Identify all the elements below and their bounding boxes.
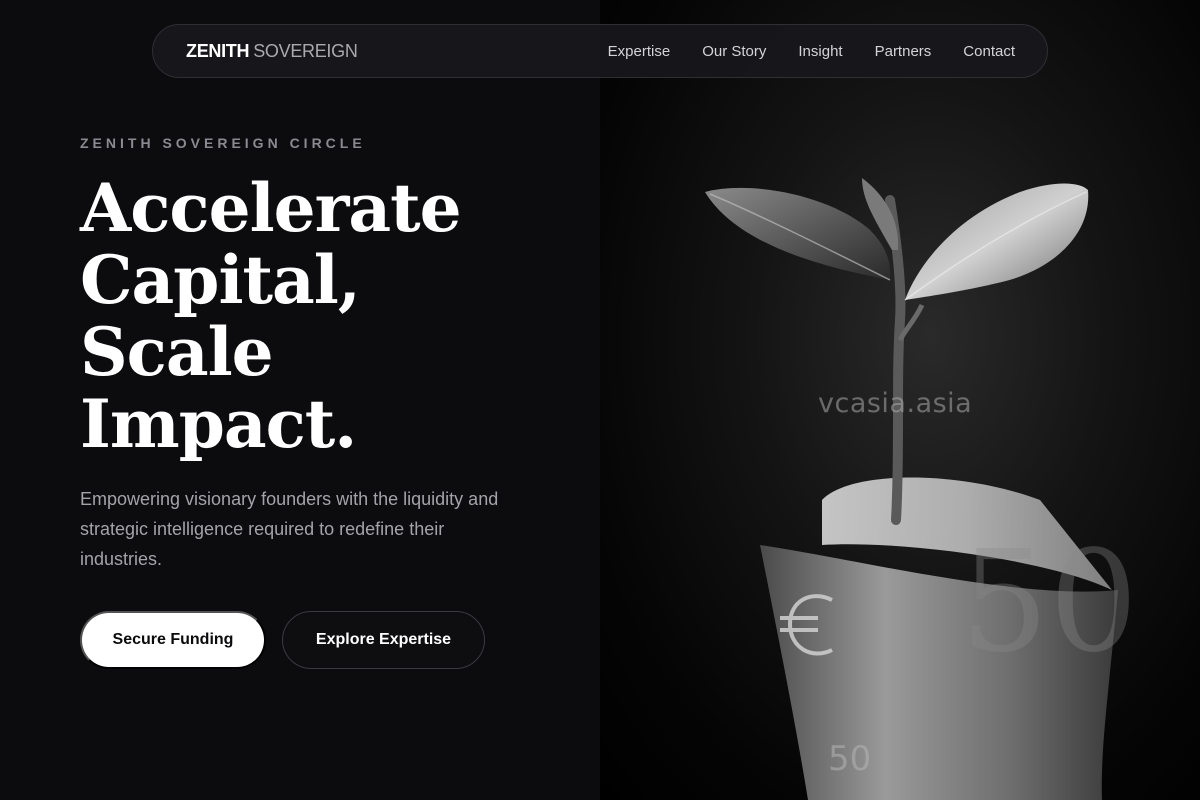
brand-logo[interactable]: ZENITH SOVEREIGN [186, 41, 358, 62]
nav-link-insight[interactable]: Insight [798, 43, 842, 60]
watermark-text: vcasia.asia [818, 388, 973, 419]
headline-line-2: Capital, [80, 241, 361, 319]
explore-expertise-button[interactable]: Explore Expertise [282, 611, 485, 669]
nav-link-partners[interactable]: Partners [875, 43, 932, 60]
top-navbar: ZENITH SOVEREIGN Expertise Our Story Ins… [152, 24, 1048, 78]
secure-funding-button[interactable]: Secure Funding [80, 611, 266, 669]
headline-line-1: Accelerate [80, 169, 462, 247]
brand-name-light: SOVEREIGN [253, 40, 358, 61]
nav-link-our-story[interactable]: Our Story [702, 43, 766, 60]
hero-eyebrow: ZENITH SOVEREIGN CIRCLE [80, 135, 366, 151]
hero-subtext: Empowering visionary founders with the l… [80, 489, 499, 569]
hero-headline: Accelerate Capital, Scale Impact. [80, 172, 580, 460]
svg-text:50: 50 [960, 521, 1138, 684]
nav-link-expertise[interactable]: Expertise [608, 43, 671, 60]
brand-name-strong: ZENITH [186, 40, 250, 61]
svg-text:50: 50 [828, 739, 871, 779]
hero-image-panel: 50 50 vcasia.asia [600, 0, 1200, 800]
nav-links: Expertise Our Story Insight Partners Con… [608, 43, 1015, 60]
nav-link-contact[interactable]: Contact [963, 43, 1015, 60]
headline-line-4: Impact. [80, 385, 357, 463]
headline-line-3: Scale [80, 313, 274, 391]
